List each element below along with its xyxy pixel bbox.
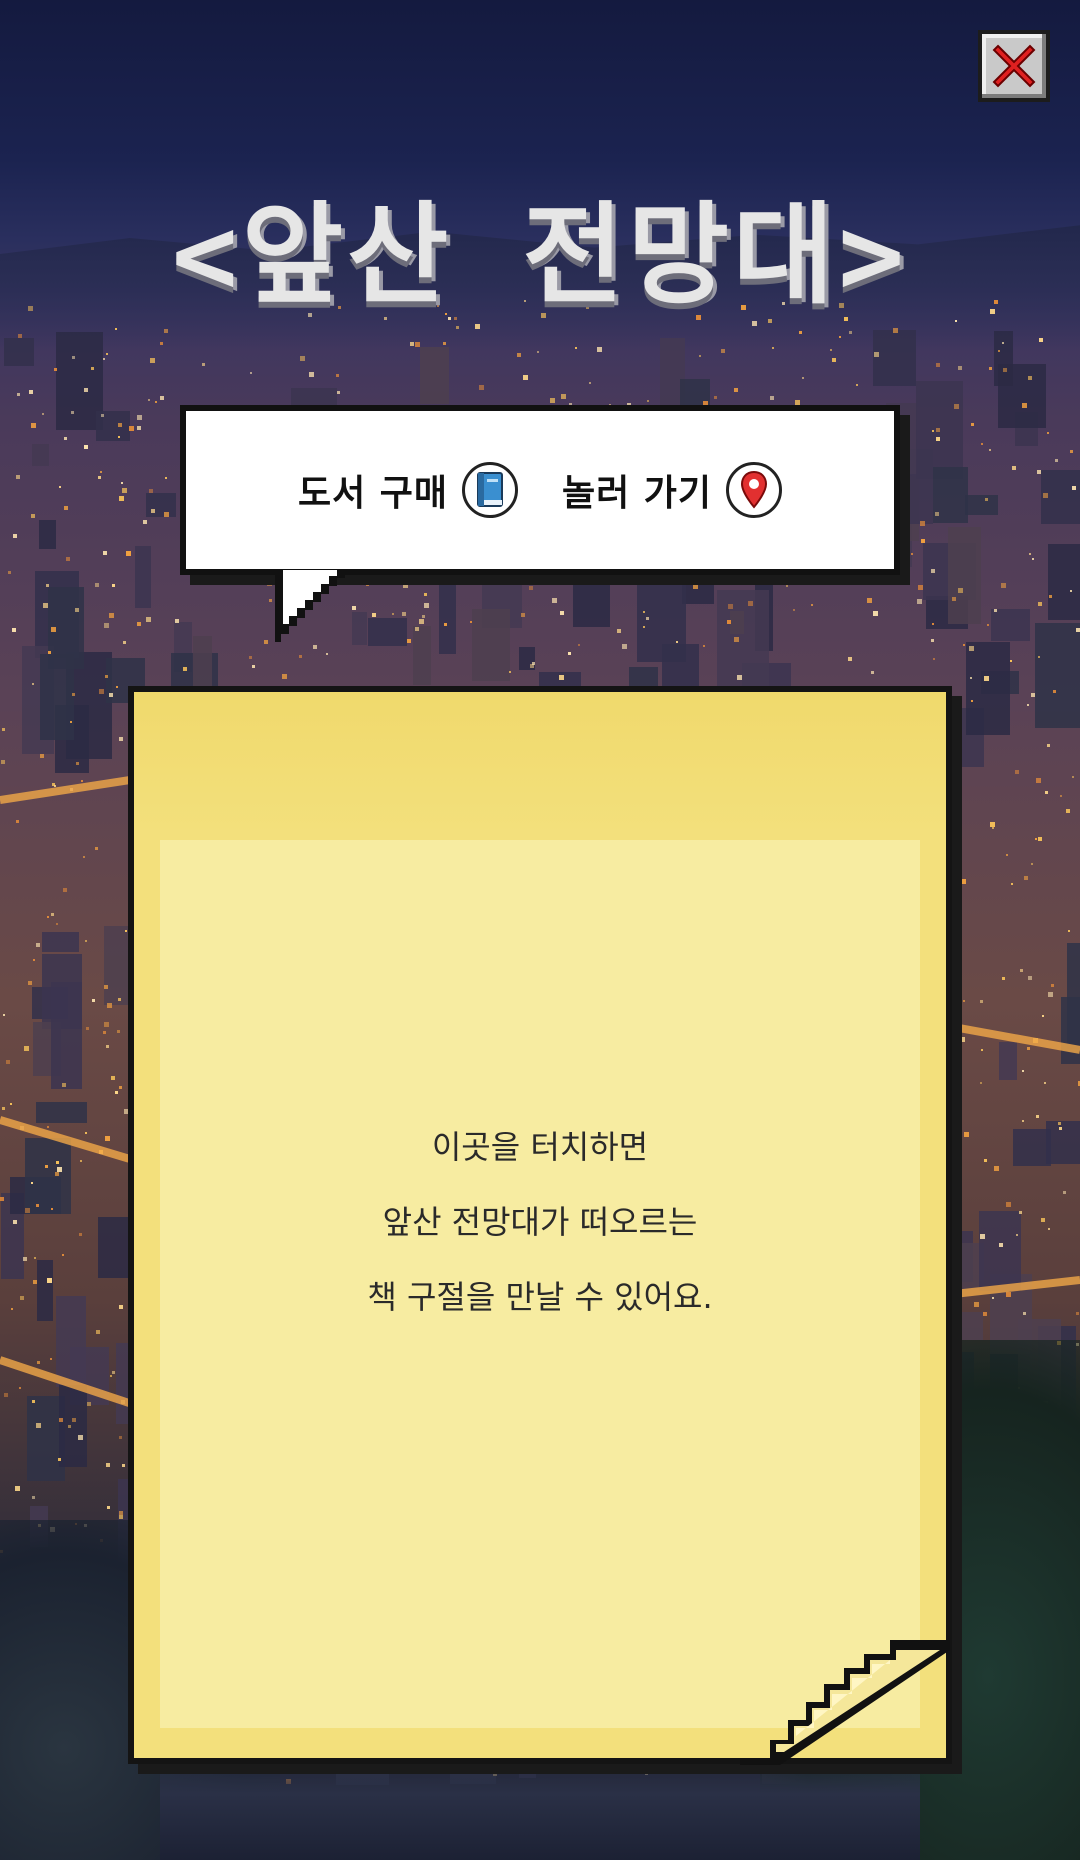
note-line-2: 앞산 전망대가 떠오르는 <box>382 1203 698 1241</box>
map-pin-icon <box>726 462 783 518</box>
note-line-3: 책 구절을 만날 수 있어요. <box>367 1278 713 1316</box>
buy-book-link[interactable]: 도서 구매 <box>298 462 518 518</box>
page-title: <앞산 전망대> <box>171 191 909 319</box>
buy-book-label: 도서 구매 <box>297 473 448 514</box>
close-icon <box>992 44 1036 88</box>
note-message: 이곳을 터치하면 앞산 전망대가 떠오르는 책 구절을 만날 수 있어요. <box>0 1110 1080 1335</box>
go-visit-label: 놀러 가기 <box>562 473 713 514</box>
page-curl-icon <box>740 1640 950 1765</box>
note-line-1: 이곳을 터치하면 <box>431 1128 649 1166</box>
speech-bubble: 도서 구매 놀러 가기 <box>180 405 900 575</box>
book-icon <box>462 462 518 518</box>
foreground-rocks <box>160 1750 920 1860</box>
close-button[interactable] <box>978 30 1050 102</box>
go-visit-link[interactable]: 놀러 가기 <box>562 462 783 518</box>
speech-bubble-tail <box>275 570 345 642</box>
sticky-note-header <box>134 692 946 834</box>
